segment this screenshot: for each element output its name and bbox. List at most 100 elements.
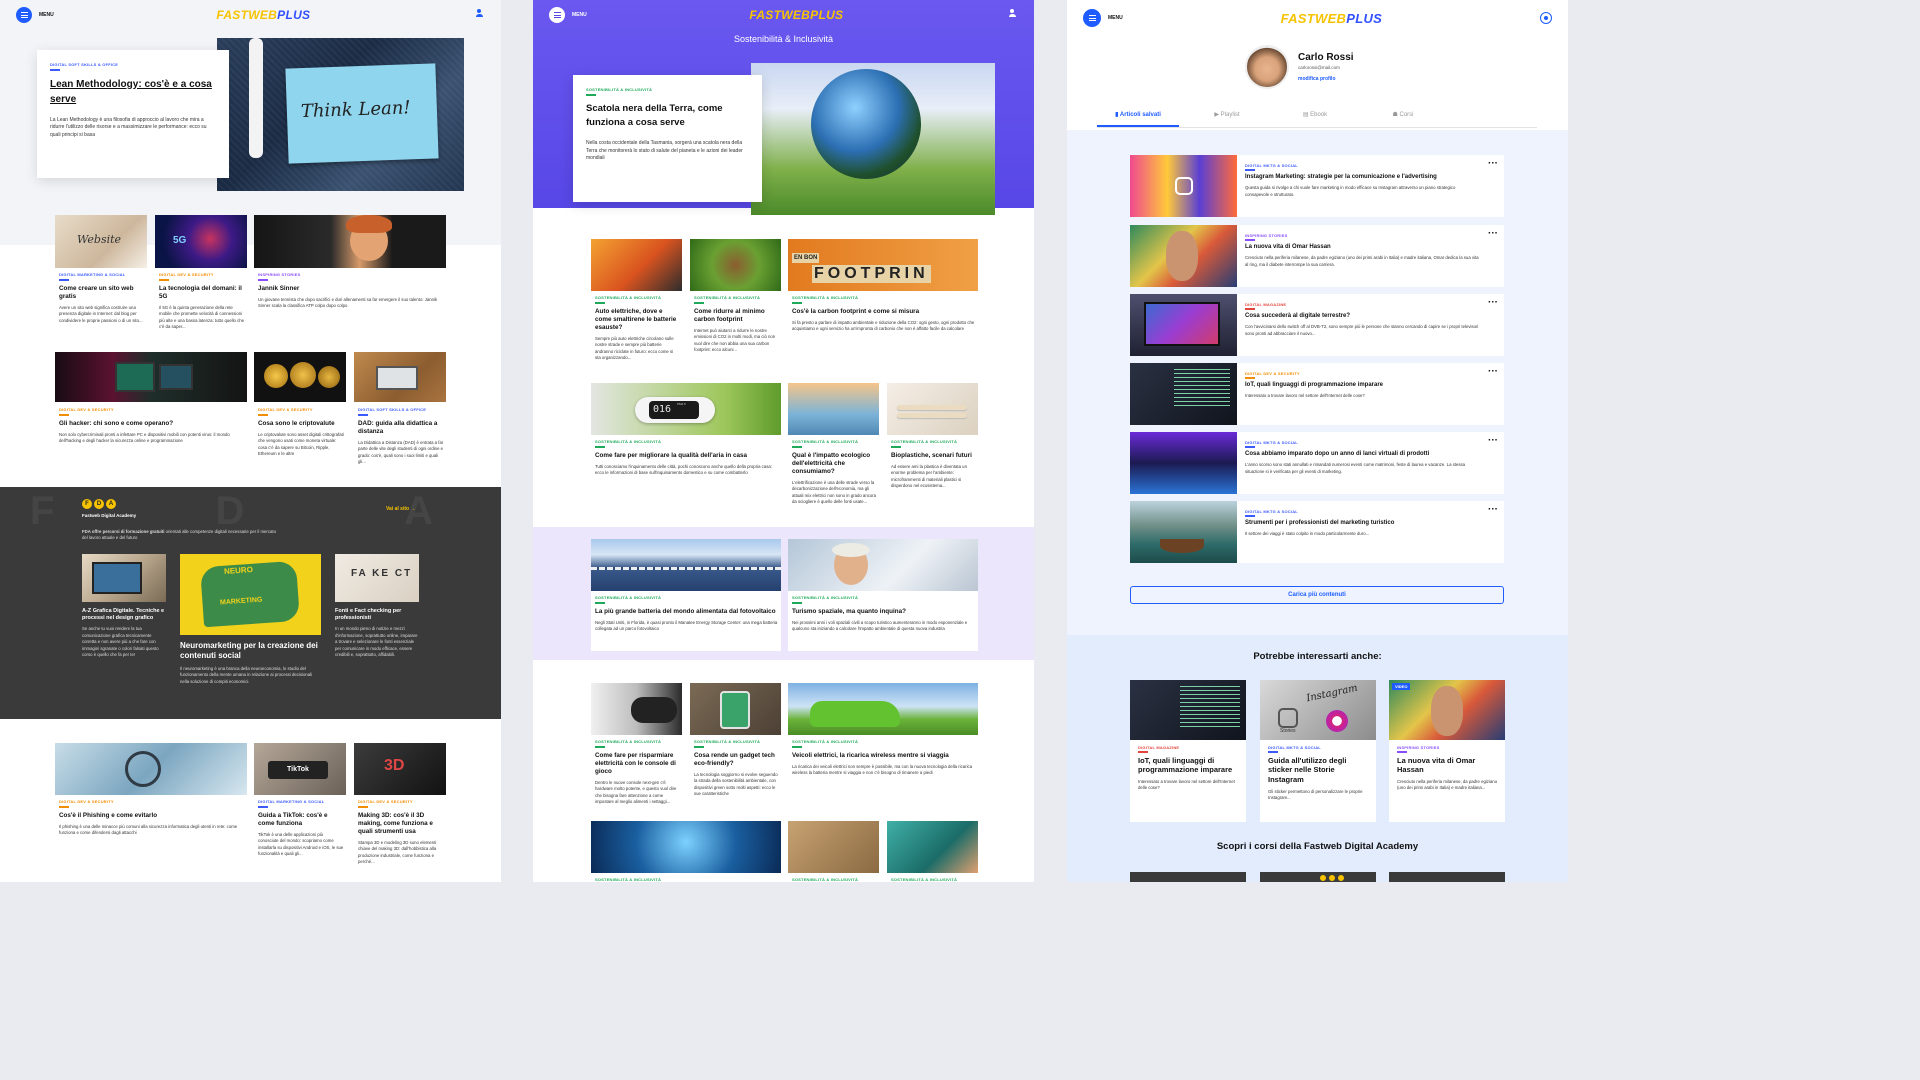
arrow-right-icon: → — [410, 506, 416, 512]
tiktok-img-text: TikTok — [268, 761, 328, 779]
article-card[interactable]: SOSTENIBILITÀ & INCLUSIVITÀ — [591, 821, 781, 882]
article-card[interactable]: SOSTENIBILITÀ & INCLUSIVITÀ Auto elettric… — [591, 239, 682, 374]
saved-article-row[interactable]: DIGITAL MKTG & SOCIAL Cosa abbiamo impara… — [1130, 432, 1504, 494]
hero-card[interactable]: DIGITAL SOFT SKILLS & OFFICE Lean Method… — [37, 50, 229, 178]
article-category: DIGITAL DEV & SECURITY — [358, 799, 413, 804]
user-icon[interactable] — [1006, 9, 1018, 21]
tab-label: Corsi — [1399, 112, 1414, 118]
article-image: TikTok — [254, 743, 346, 795]
load-more-button[interactable]: Carica più contenuti — [1130, 586, 1504, 604]
article-image: Website — [55, 215, 147, 268]
academy-card[interactable] — [1130, 872, 1246, 882]
more-options-icon[interactable]: ··· — [1488, 436, 1498, 446]
article-image — [788, 821, 879, 873]
saved-article-row[interactable]: DIGITAL MAGAZINE Cosa succederà al digita… — [1130, 294, 1504, 356]
article-card[interactable]: 016 PM2.5 SOSTENIBILITÀ & INCLUSIVITÀ Com… — [591, 383, 781, 498]
article-title: Cosa abbiamo imparato dopo un anno di la… — [1245, 450, 1430, 457]
article-desc: Non solo cybercriminali pronti a infetta… — [59, 431, 230, 444]
article-image — [788, 683, 978, 735]
fastweb-plus-logo[interactable]: FASTWEBPLUS — [1281, 11, 1383, 26]
article-category: INSPIRING STORIES — [1397, 745, 1440, 750]
menu-label: MENU — [39, 12, 54, 18]
article-category: SOSTENIBILITÀ & INCLUSIVITÀ — [595, 739, 662, 744]
article-card[interactable]: SOSTENIBILITÀ & INCLUSIVITÀ La più grande… — [591, 539, 781, 651]
article-card[interactable]: DIGITAL DEV & SECURITY Cosa sono le cript… — [254, 352, 346, 472]
article-card[interactable]: SOSTENIBILITÀ & INCLUSIVITÀ — [887, 821, 978, 882]
academy-card[interactable] — [1260, 872, 1376, 882]
article-card[interactable]: DIGITAL DEV & SECURITY Gli hacker: chi so… — [55, 352, 247, 472]
article-desc: L'anno scorso sono stati annullati e rim… — [1245, 462, 1466, 474]
tab-corsi[interactable]: ☗ Corsi — [1355, 104, 1451, 127]
article-card[interactable]: SOSTENIBILITÀ & INCLUSIVITÀ Veicoli elett… — [788, 683, 978, 808]
fda-course-card[interactable]: A-Z Grafica Digitale. Tecniche e process… — [82, 554, 166, 684]
article-desc: Interessato a trovare lavoro nel settore… — [1245, 393, 1365, 399]
saved-article-row[interactable]: DIGITAL DEV & SECURITY IoT, quali linguag… — [1130, 363, 1504, 425]
suggestion-card[interactable]: Instagram Stories DIGITAL MKTG & SOCIAL G… — [1260, 680, 1376, 822]
article-card[interactable]: INSPIRING STORIES Jannik Sinner Un giovane… — [254, 215, 446, 345]
menu-button[interactable]: MENU — [1083, 9, 1123, 27]
article-card[interactable]: SOSTENIBILITÀ & INCLUSIVITÀ Qual è l'impa… — [788, 383, 879, 518]
article-category: INSPIRING STORIES — [1245, 233, 1288, 238]
article-card[interactable]: TikTok DIGITAL MARKETING & SOCIAL Guida a… — [254, 743, 346, 873]
academy-card[interactable] — [1389, 872, 1505, 882]
sticky-note-text: Think Lean! — [300, 97, 411, 123]
category-title: Sostenibilità & Inclusività — [733, 34, 834, 44]
user-avatar-icon[interactable] — [1539, 12, 1552, 24]
fda-site-link[interactable]: Vai al sito → — [386, 506, 415, 512]
article-image — [591, 239, 682, 291]
article-card[interactable]: Website DIGITAL MARKETING & SOCIAL Come c… — [55, 215, 147, 345]
article-card[interactable]: DIGITAL DEV & SECURITY Cos'è il Phishing … — [55, 743, 247, 873]
menu-button[interactable]: MENU — [16, 7, 54, 23]
article-image — [254, 352, 346, 402]
saved-article-row[interactable]: DIGITAL MKTG & SOCIAL Strumenti per i pro… — [1130, 501, 1504, 563]
course-title: A-Z Grafica Digitale. Tecniche e process… — [82, 608, 165, 622]
more-options-icon[interactable]: ··· — [1488, 505, 1498, 515]
article-card[interactable]: SOSTENIBILITÀ & INCLUSIVITÀ Cosa rende un… — [690, 683, 781, 808]
article-category: DIGITAL MARKETING & SOCIAL — [258, 799, 325, 804]
article-card[interactable]: SOSTENIBILITÀ & INCLUSIVITÀ Bioplastiche,… — [887, 383, 978, 518]
article-title: Cosa rende un gadget tech eco-friendly? — [694, 751, 775, 767]
fastweb-plus-logo[interactable]: FASTWEBPLUS — [216, 8, 310, 22]
article-image — [591, 683, 682, 735]
fda-course-card[interactable]: NEURO MARKETING Neuromarketing per la cr… — [180, 554, 321, 704]
graduation-cap-icon: ☗ — [1392, 112, 1398, 118]
hero-title[interactable]: Lean Methodology: cos'è e a cosa serve — [50, 77, 216, 107]
article-card[interactable]: SOSTENIBILITÀ & INCLUSIVITÀ Turismo spazi… — [788, 539, 978, 651]
hero-card[interactable]: SOSTENIBILITÀ & INCLUSIVITÀ Scatola nera… — [573, 75, 762, 202]
fda-course-card[interactable]: FA KE CT Fonti e Fact checking per profe… — [335, 554, 419, 684]
article-title: IoT, quali linguaggi di programmazione i… — [1245, 381, 1384, 388]
article-desc: La tecnologia soggiorno si evolve seguen… — [694, 771, 778, 797]
more-options-icon[interactable]: ··· — [1488, 298, 1498, 308]
tab-ebook[interactable]: ▤ Ebook — [1275, 104, 1355, 127]
article-desc: Tutti conosciamo l'inquinamento delle ci… — [595, 463, 772, 476]
fastweb-plus-logo[interactable]: FASTWEBPLUS — [749, 8, 843, 22]
fake-fact-img-text: FA KE CT — [351, 568, 413, 579]
article-card[interactable]: SOSTENIBILITÀ & INCLUSIVITÀ Come ridurre … — [690, 239, 781, 374]
hero-image[interactable]: Think Lean! — [217, 38, 464, 191]
article-card[interactable]: SOSTENIBILITÀ & INCLUSIVITÀ — [788, 821, 879, 882]
edit-profile-link[interactable]: modifica profilo — [1298, 76, 1336, 82]
article-title: La nuova vita di Omar Hassan — [1397, 755, 1476, 775]
article-card[interactable]: SOSTENIBILITÀ & INCLUSIVITÀ Come fare per… — [591, 683, 682, 808]
user-icon[interactable] — [473, 9, 485, 21]
suggestion-card[interactable]: VIDEO INSPIRING STORIES La nuova vita di … — [1389, 680, 1505, 822]
more-options-icon[interactable]: ··· — [1488, 367, 1498, 377]
hero-image[interactable] — [751, 63, 995, 215]
article-card[interactable]: 3D DIGITAL DEV & SECURITY Making 3D: cos'… — [354, 743, 446, 873]
stories-img-text: Stories — [1280, 728, 1296, 734]
more-options-icon[interactable]: ··· — [1488, 229, 1498, 239]
tab-articoli-salvati[interactable]: ▮ Articoli salvati — [1097, 104, 1179, 127]
article-card[interactable]: DIGITAL SOFT SKILLS & OFFICE DAD: guida a… — [354, 352, 446, 472]
more-options-icon[interactable]: ··· — [1488, 159, 1498, 169]
menu-button[interactable]: MENU — [549, 7, 587, 23]
article-card[interactable]: EN BON FOOTPRIN SOSTENIBILITÀ & INCLUSIV… — [788, 239, 978, 374]
article-title: Guida all'utilizzo degli sticker nelle S… — [1268, 755, 1347, 785]
suggestion-card[interactable]: DIGITAL MAGAZINE IoT, quali linguaggi di … — [1130, 680, 1246, 822]
article-card[interactable]: 5G DIGITAL DEV & SECURITY La tecnologia d… — [155, 215, 247, 345]
tab-playlist[interactable]: ▶ Playlist — [1179, 104, 1275, 127]
article-image — [788, 539, 978, 591]
article-image — [690, 683, 781, 735]
saved-article-row[interactable]: INSPIRING STORIES La nuova vita di Omar H… — [1130, 225, 1504, 287]
saved-article-row[interactable]: DIGITAL MKTG & SOCIAL Instagram Marketing… — [1130, 155, 1504, 217]
fda-logo[interactable]: F D A — [82, 499, 116, 509]
